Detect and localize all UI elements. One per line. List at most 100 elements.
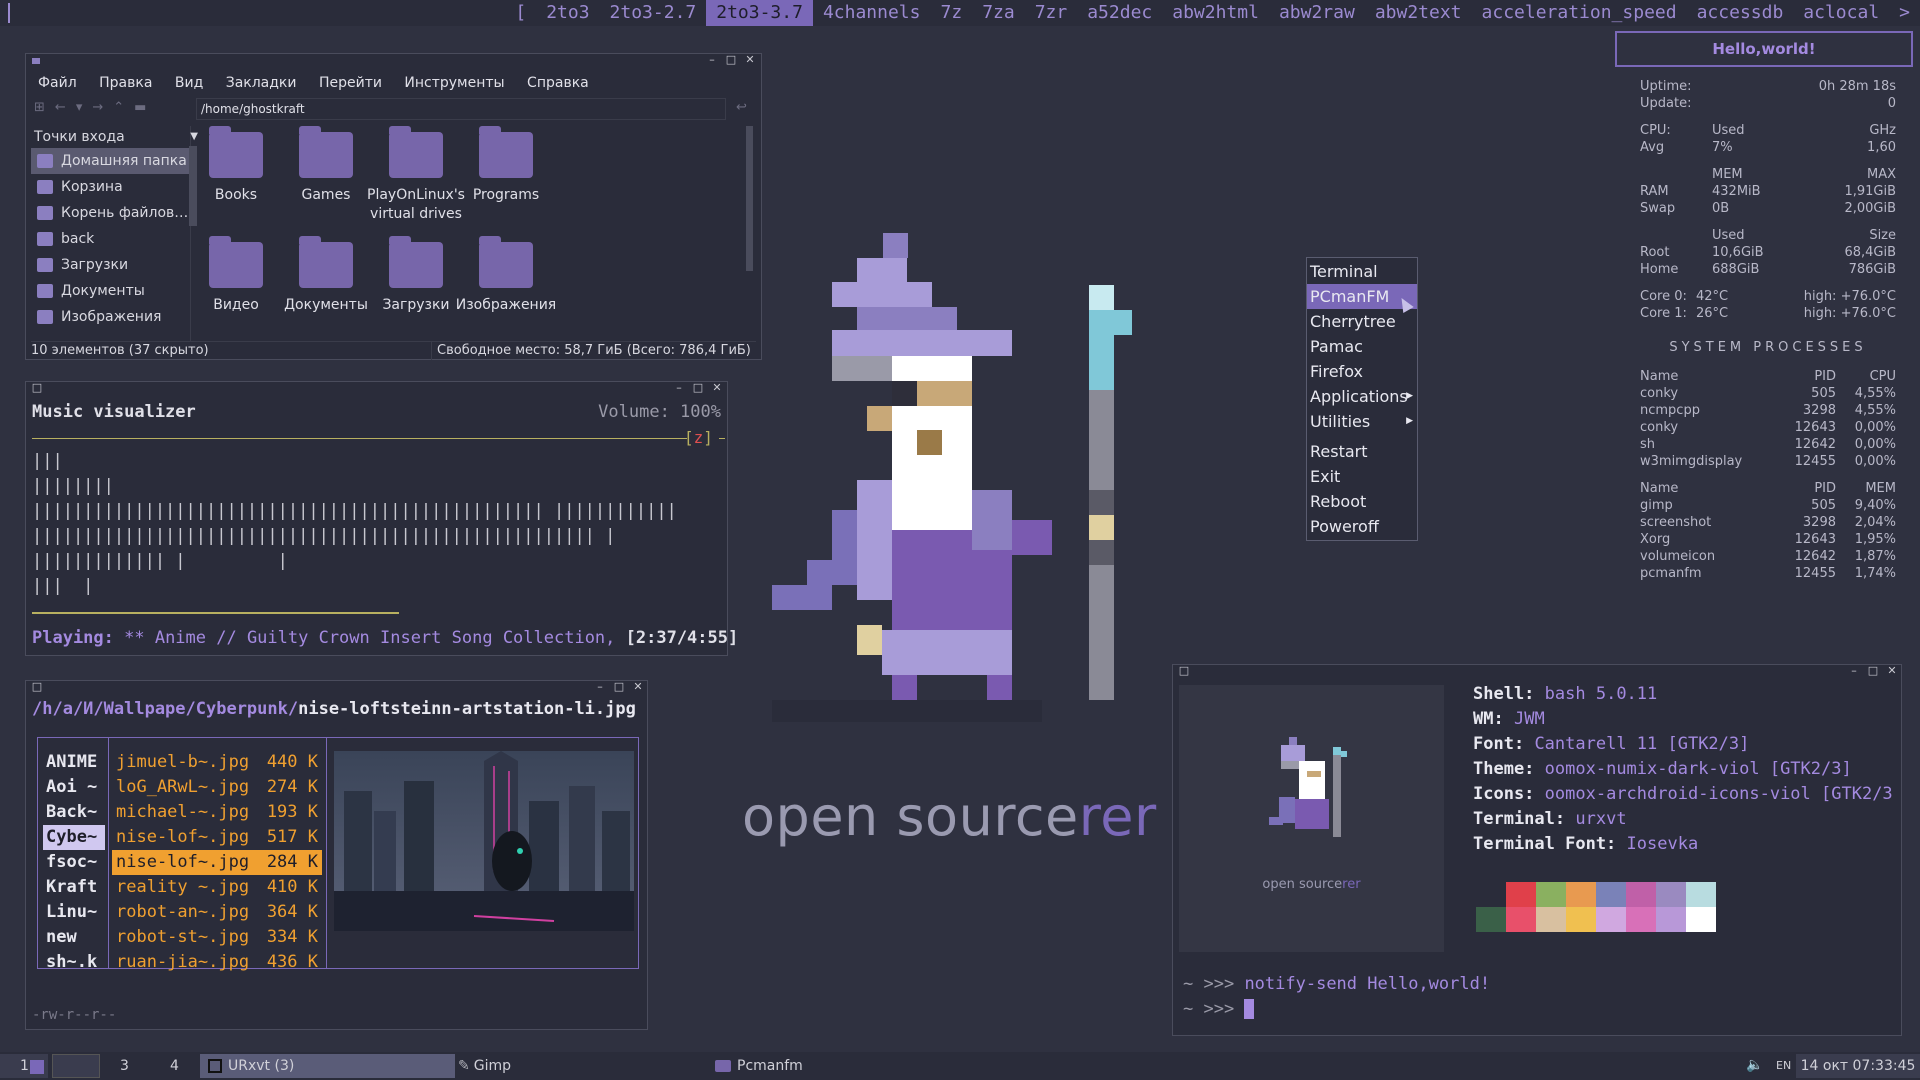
notification-popup[interactable]: Hello,world!: [1615, 31, 1913, 67]
menu-item[interactable]: Exit: [1307, 464, 1417, 489]
menu-item[interactable]: Reboot: [1307, 489, 1417, 514]
command-12[interactable]: accessdb: [1687, 0, 1794, 26]
minimize-icon[interactable]: –: [1848, 665, 1860, 677]
command-13[interactable]: aclocal: [1793, 0, 1889, 26]
file-item[interactable]: ruan-jia~.jpg 436 K: [112, 950, 322, 975]
maximize-icon[interactable]: □: [692, 382, 704, 394]
maximize-icon[interactable]: □: [1867, 665, 1879, 677]
back-icon[interactable]: ←: [55, 100, 66, 115]
directory-item[interactable]: ANIME: [43, 750, 105, 775]
new-tab-icon[interactable]: ⊞: [34, 100, 45, 115]
sidebar-item[interactable]: back: [31, 226, 190, 252]
directory-item[interactable]: Aoi ~: [43, 775, 105, 800]
directory-item[interactable]: Kraft: [43, 875, 105, 900]
topbar-more-arrow[interactable]: >: [1889, 0, 1920, 26]
progress-track[interactable]: [32, 612, 725, 614]
menu-file[interactable]: Файл: [38, 75, 77, 91]
divider-tail: [719, 438, 725, 439]
directory-item[interactable]: Linu~: [43, 900, 105, 925]
close-icon[interactable]: ✕: [711, 382, 723, 394]
up-icon[interactable]: ⌃: [113, 100, 124, 115]
command-0[interactable]: 2to3: [536, 0, 599, 26]
file-item[interactable]: jimuel-b~.jpg 440 K: [112, 750, 322, 775]
go-icon[interactable]: ↩: [736, 100, 747, 115]
menu-view[interactable]: Вид: [175, 75, 203, 91]
task-gimp[interactable]: ✎ Gimp: [458, 1054, 708, 1078]
maximize-icon[interactable]: □: [725, 54, 737, 66]
menu-item[interactable]: Terminal: [1307, 259, 1417, 284]
menu-item[interactable]: Cherrytree: [1307, 309, 1417, 334]
file-item[interactable]: robot-an~.jpg 364 K: [112, 900, 322, 925]
forward-icon[interactable]: →: [92, 100, 103, 115]
file-item[interactable]: nise-lof~.jpg 284 K: [112, 850, 322, 875]
window-titlebar[interactable]: □ – □ ✕: [26, 382, 727, 396]
volume-icon[interactable]: 🔈: [1746, 1057, 1763, 1073]
close-icon[interactable]: ✕: [632, 681, 644, 693]
menu-item[interactable]: Firefox: [1307, 359, 1417, 384]
command-10[interactable]: abw2text: [1365, 0, 1472, 26]
sidebar-item[interactable]: Документы: [31, 278, 190, 304]
clock[interactable]: 14 окт 07:33:45: [1796, 1054, 1920, 1078]
command-4[interactable]: 7z: [931, 0, 973, 26]
minimize-icon[interactable]: –: [706, 54, 718, 66]
task-urxvt[interactable]: URxvt (3): [200, 1054, 455, 1078]
menu-item[interactable]: Pamac: [1307, 334, 1417, 359]
command-3[interactable]: 4channels: [813, 0, 931, 26]
desktop-2[interactable]: [52, 1054, 100, 1078]
path-input[interactable]: [196, 98, 726, 120]
window-titlebar[interactable]: □ – □ ✕: [1173, 665, 1901, 679]
sidebar-header[interactable]: Точки входа ▼: [31, 126, 198, 148]
menu-help[interactable]: Справка: [527, 75, 589, 91]
menu-item[interactable]: Utilities ▶: [1307, 409, 1417, 434]
close-icon[interactable]: ✕: [744, 54, 756, 66]
sidebar-item[interactable]: Домашняя папка: [31, 148, 190, 174]
sidebar-item[interactable]: Загрузки: [31, 252, 190, 278]
menu-tools[interactable]: Инструменты: [404, 75, 504, 91]
desktop-3[interactable]: 3: [120, 1058, 129, 1074]
menu-item[interactable]: Applications ▶: [1307, 384, 1417, 409]
menu-go[interactable]: Перейти: [319, 75, 382, 91]
task-pcmanfm[interactable]: Pcmanfm: [715, 1054, 965, 1078]
folder-item[interactable]: Programs: [451, 126, 561, 205]
menu-edit[interactable]: Правка: [99, 75, 152, 91]
command-1[interactable]: 2to3-2.7: [600, 0, 707, 26]
home-icon[interactable]: ▬: [134, 100, 146, 115]
window-titlebar[interactable]: □ – □ ✕: [26, 681, 647, 695]
window-icon: □: [1178, 664, 1190, 677]
terminal-input-line[interactable]: ~ >>>: [1183, 997, 1255, 1022]
directory-item[interactable]: new: [43, 925, 105, 950]
folder-item[interactable]: Изображения: [451, 236, 561, 315]
minimize-icon[interactable]: –: [673, 382, 685, 394]
file-item[interactable]: michael-~.jpg 193 K: [112, 800, 322, 825]
command-5[interactable]: 7za: [972, 0, 1025, 26]
close-icon[interactable]: ✕: [1886, 665, 1898, 677]
minimize-icon[interactable]: –: [594, 681, 606, 693]
sidebar-item[interactable]: Корень файлов…: [31, 200, 190, 226]
menu-item[interactable]: Poweroff: [1307, 514, 1417, 539]
directory-item[interactable]: Back~: [43, 800, 105, 825]
command-6[interactable]: 7zr: [1025, 0, 1078, 26]
directory-item[interactable]: fsoc~: [43, 850, 105, 875]
command-11[interactable]: acceleration_speed: [1472, 0, 1687, 26]
desktop-1[interactable]: 1: [0, 1054, 48, 1078]
window-titlebar[interactable]: – □ ✕: [26, 54, 761, 68]
directory-item[interactable]: sh~.k: [43, 950, 105, 975]
menu-bookmarks[interactable]: Закладки: [226, 75, 297, 91]
command-9[interactable]: abw2raw: [1269, 0, 1365, 26]
file-item[interactable]: loG_ARwL~.jpg 274 K: [112, 775, 322, 800]
maximize-icon[interactable]: □: [613, 681, 625, 693]
command-2[interactable]: 2to3-3.7: [706, 0, 813, 26]
file-item[interactable]: nise-lof~.jpg 517 K: [112, 825, 322, 850]
directory-item[interactable]: Cybe~: [43, 825, 105, 850]
core-temp: 26°C: [1696, 306, 1729, 321]
desktop-4[interactable]: 4: [170, 1058, 179, 1074]
keyboard-layout[interactable]: EN: [1776, 1059, 1791, 1072]
file-item[interactable]: reality ~.jpg 410 K: [112, 875, 322, 900]
history-icon[interactable]: ▾: [76, 100, 83, 115]
sidebar-item[interactable]: Корзина: [31, 174, 190, 200]
sidebar-item[interactable]: Изображения: [31, 304, 190, 330]
command-8[interactable]: abw2html: [1162, 0, 1269, 26]
menu-item[interactable]: Restart: [1307, 439, 1417, 464]
file-item[interactable]: robot-st~.jpg 334 K: [112, 925, 322, 950]
command-7[interactable]: a52dec: [1077, 0, 1162, 26]
